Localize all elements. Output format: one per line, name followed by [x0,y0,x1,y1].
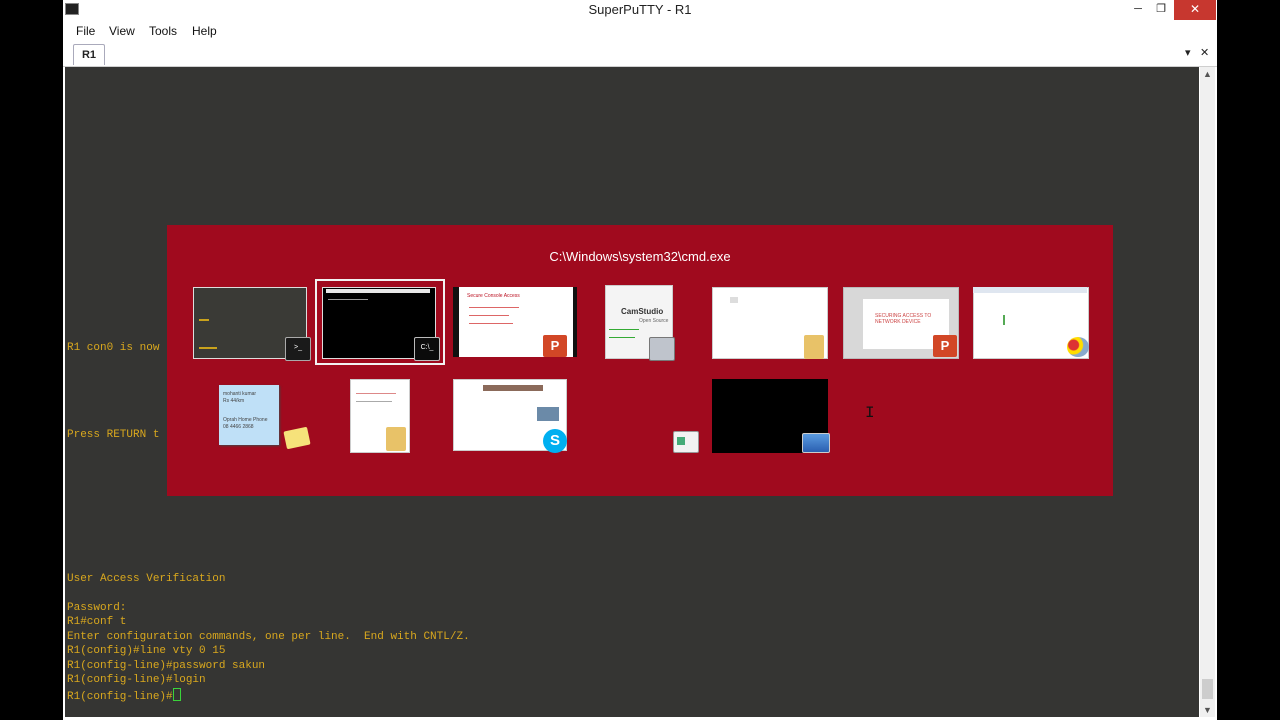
terminal-line: R1 con0 is now [67,342,160,354]
switcher-window-explorer[interactable] [350,379,414,455]
cmd-icon: C:\_ [414,337,440,361]
terminal-line: User Access Verification [67,573,226,585]
preview-contacts [483,385,543,391]
preview-text [1003,315,1005,325]
note-line: 08 4466 2868 [223,424,254,430]
camstudio-icon [649,337,675,361]
skype-icon: S [543,429,567,453]
preview-heading: Secure Console Access [467,293,520,299]
preview-text [469,307,519,308]
scroll-thumb[interactable] [1202,679,1213,699]
preview-text [609,337,635,338]
task-switcher: C:\Windows\system32\cmd.exe >_ C:\_ Secu… [167,225,1113,496]
sticky-notes-icon [283,426,311,450]
preview-heading: SECURING ACCESS TO NETWORK DEVICE [875,313,932,325]
tab-r1[interactable]: R1 [73,44,105,65]
right-black-margin [1217,0,1280,720]
preview-text [199,319,209,321]
tab-list-dropdown-icon[interactable]: ▾ [1185,46,1191,59]
window-title: SuperPuTTY - R1 [588,2,692,17]
terminal-line: R1(config-line)#login [67,674,206,686]
note-line: mohanti kumar [223,391,257,397]
terminal-line: Press RETURN t [67,429,160,441]
powerpoint-icon: P [933,335,957,357]
preview-text [199,347,217,349]
switcher-window-app[interactable] [673,431,699,453]
menu-view[interactable]: View [109,24,135,38]
switcher-window-sticky-notes[interactable]: mohanti kumar Rs 44/km Oprah Home Phone … [219,383,313,453]
terminal-line: R1(config-line)#password sakun [67,660,266,672]
switcher-window-explorer[interactable] [712,287,830,361]
restore-button[interactable]: ❐ [1148,0,1174,20]
menu-help[interactable]: Help [192,24,217,38]
paint-icon [1067,337,1089,357]
preview-ribbon [973,287,1087,293]
menu-tools[interactable]: Tools [149,24,177,38]
switcher-window-presentation[interactable]: Secure Console Access P [453,287,577,359]
preview-text [677,437,685,445]
title-bar[interactable]: SuperPuTTY - R1 ─ ❐ ✕ [63,0,1217,20]
switcher-window-desktop[interactable] [712,379,832,457]
tab-close-icon[interactable]: ✕ [1200,46,1209,59]
folder-icon [804,335,824,359]
powerpoint-icon: P [543,335,567,357]
terminal-prompt: R1(config-line)# [67,691,173,703]
note-line: Oprah Home Phone [223,417,268,423]
switcher-window-skype[interactable]: S [453,379,571,457]
scroll-up-arrow-icon[interactable]: ▲ [1200,69,1215,79]
switcher-title: C:\Windows\system32\cmd.exe [549,249,731,264]
terminal-line: R1(config)#line vty 0 15 [67,645,226,657]
preview-heading: CamStudio [621,307,664,316]
preview-text [730,297,738,303]
terminal-icon: >_ [285,337,311,361]
preview-text [609,329,639,330]
preview-text [469,315,509,316]
text-cursor [172,688,181,701]
preview-photo [537,407,559,421]
preview-text [469,323,513,324]
note-line: Rs 44/km [223,398,245,404]
close-button[interactable]: ✕ [1174,0,1216,20]
desktop-icon [802,433,830,453]
terminal-line: Password: [67,602,127,614]
switcher-window-paint[interactable] [973,287,1093,361]
terminal-line: R1#conf t [67,616,127,628]
preview-text [356,401,392,402]
mouse-ibeam-cursor: I [865,404,875,422]
switcher-window-camstudio[interactable]: CamStudio Open Source [605,285,679,361]
terminal-line: Enter configuration commands, one per li… [67,631,470,643]
preview-text [328,299,368,300]
menu-file[interactable]: File [76,24,95,38]
left-black-margin [0,0,63,720]
switcher-window-presentation[interactable]: SECURING ACCESS TO NETWORK DEVICE P [843,287,961,361]
tab-strip: R1 ▾ ✕ [63,42,1217,67]
scroll-down-arrow-icon[interactable]: ▼ [1200,705,1215,715]
vertical-scrollbar[interactable]: ▲ ▼ [1200,67,1215,717]
preview-text [356,393,396,394]
preview-subheading: Open Source [639,318,669,324]
switcher-window-terminal[interactable]: >_ [193,287,311,361]
folder-icon [386,427,406,451]
preview-titlebar [326,289,430,293]
menu-bar: File View Tools Help [63,20,1217,42]
switcher-window-cmd[interactable]: C:\_ [322,287,440,361]
terminal-prompt-line: R1(config-line)# [67,688,181,703]
